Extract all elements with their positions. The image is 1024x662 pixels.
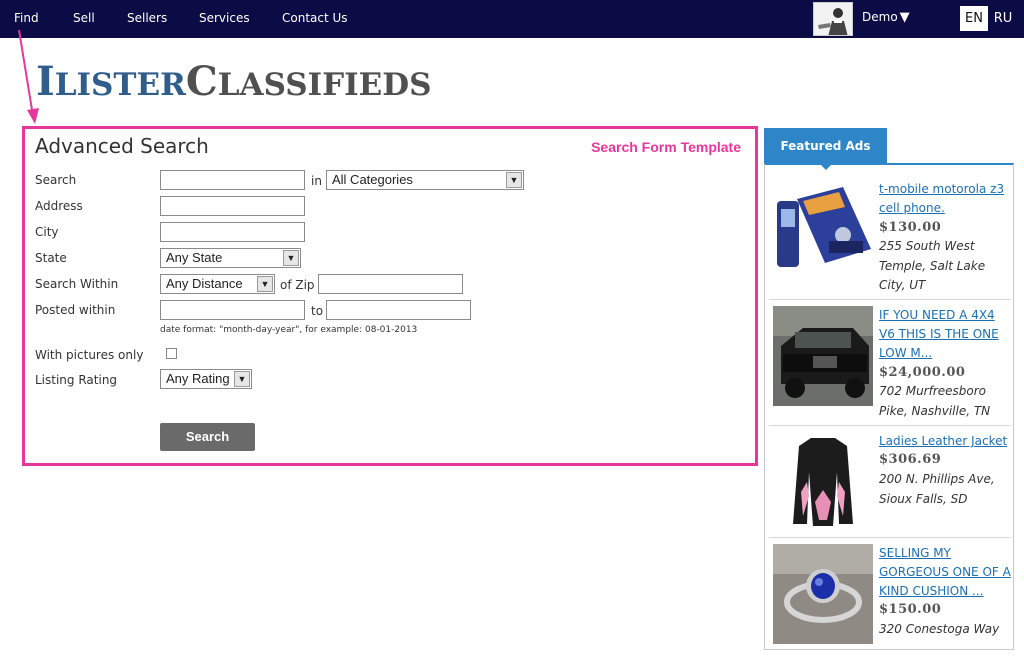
top-nav-bar: Find Sell Sellers Services Contact Us De… <box>0 0 1024 38</box>
list-item: t-mobile motorola z3 cell phone. $130.00… <box>769 164 1011 300</box>
ring-image[interactable] <box>773 544 873 644</box>
address-label: Address <box>35 199 83 213</box>
nav-sellers[interactable]: Sellers <box>127 11 167 25</box>
category-selected: All Categories <box>332 172 413 187</box>
state-select[interactable]: Any State ▼ <box>160 248 301 268</box>
ad-address: 320 Conestoga Way <box>879 622 1000 636</box>
logo-letter: I <box>36 58 55 105</box>
site-logo[interactable]: ILISTERCLASSIFIEDS <box>36 58 432 105</box>
date-format-hint: date format: "month-day-year", for examp… <box>160 325 418 335</box>
to-label: to <box>311 304 324 318</box>
featured-ads-tab[interactable]: Featured Ads <box>764 128 887 170</box>
lang-en-button[interactable]: EN <box>960 6 988 31</box>
ad-address: 255 South West Temple, Salt Lake City, U… <box>879 239 986 292</box>
search-button[interactable]: Search <box>160 423 255 451</box>
logo-word: LASSIFIEDS <box>217 67 432 103</box>
nav-find[interactable]: Find <box>14 11 39 25</box>
distance-selected: Any Distance <box>166 276 243 291</box>
ad-address: 702 Murfreesboro Pike, Nashville, TN <box>879 384 991 418</box>
date-from-input[interactable] <box>160 300 305 320</box>
city-label: City <box>35 225 59 239</box>
nav-contact-us[interactable]: Contact Us <box>282 11 348 25</box>
ad-title-link[interactable]: IF YOU NEED A 4X4 V6 THIS IS THE ONE LOW… <box>879 306 1013 363</box>
featured-ads-list: t-mobile motorola z3 cell phone. $130.00… <box>764 164 1014 650</box>
featured-ads-panel: Featured Ads t-mobile motorola z3 cell p… <box>764 128 1014 650</box>
avatar[interactable] <box>813 2 853 36</box>
ad-address: 200 N. Phillips Ave, Sioux Falls, SD <box>879 472 995 506</box>
address-input[interactable] <box>160 196 305 216</box>
chevron-down-icon: ▼ <box>257 276 273 292</box>
user-menu[interactable]: Demo ▼ <box>862 10 910 25</box>
ad-price: $306.69 <box>879 452 942 467</box>
ad-price: $150.00 <box>879 602 942 617</box>
search-within-label: Search Within <box>35 277 119 291</box>
pictures-only-label: With pictures only <box>35 348 144 362</box>
search-input[interactable] <box>160 170 305 190</box>
date-to-input[interactable] <box>326 300 471 320</box>
posted-within-label: Posted within <box>35 303 116 317</box>
caret-down-icon: ▼ <box>899 10 910 25</box>
chevron-down-icon: ▼ <box>283 250 299 266</box>
chevron-down-icon: ▼ <box>234 371 250 387</box>
pictures-only-checkbox[interactable] <box>166 348 177 359</box>
nav-sell[interactable]: Sell <box>73 11 95 25</box>
user-name: Demo <box>862 10 898 24</box>
rating-select[interactable]: Any Rating ▼ <box>160 369 252 389</box>
of-zip-label: of Zip <box>280 278 315 292</box>
jacket-image[interactable] <box>773 432 873 532</box>
template-annotation-label: Search Form Template <box>591 139 741 155</box>
ad-price: $130.00 <box>879 220 942 235</box>
category-select[interactable]: All Categories ▼ <box>326 170 524 190</box>
rating-selected: Any Rating <box>166 371 230 386</box>
in-label: in <box>311 174 322 188</box>
state-selected: Any State <box>166 250 223 265</box>
jeep-image[interactable] <box>773 306 873 406</box>
ad-title-link[interactable]: SELLING MY GORGEOUS ONE OF A KIND CUSHIO… <box>879 544 1013 601</box>
lang-ru-button[interactable]: RU <box>990 6 1016 31</box>
distance-select[interactable]: Any Distance ▼ <box>160 274 275 294</box>
ad-title-link[interactable]: t-mobile motorola z3 cell phone. <box>879 180 1013 218</box>
nav-services[interactable]: Services <box>199 11 250 25</box>
advanced-search-panel: Advanced Search Search Form Template Sea… <box>22 126 758 466</box>
search-label: Search <box>35 173 77 187</box>
logo-word: LISTER <box>54 67 186 103</box>
list-item: IF YOU NEED A 4X4 V6 THIS IS THE ONE LOW… <box>769 300 1011 426</box>
listing-rating-label: Listing Rating <box>35 373 118 387</box>
cell-phone-image[interactable] <box>773 179 873 279</box>
state-label: State <box>35 251 67 265</box>
chevron-down-icon: ▼ <box>506 172 522 188</box>
list-item: SELLING MY GORGEOUS ONE OF A KIND CUSHIO… <box>769 538 1011 650</box>
ad-title-link[interactable]: Ladies Leather Jacket <box>879 432 1013 451</box>
logo-letter: C <box>185 58 218 105</box>
city-input[interactable] <box>160 222 305 242</box>
ad-price: $24,000.00 <box>879 365 966 380</box>
zip-input[interactable] <box>318 274 463 294</box>
list-item: Ladies Leather Jacket $306.69 200 N. Phi… <box>769 426 1011 538</box>
page-title: Advanced Search <box>35 134 209 158</box>
featured-ads-tab-label: Featured Ads <box>780 139 871 153</box>
